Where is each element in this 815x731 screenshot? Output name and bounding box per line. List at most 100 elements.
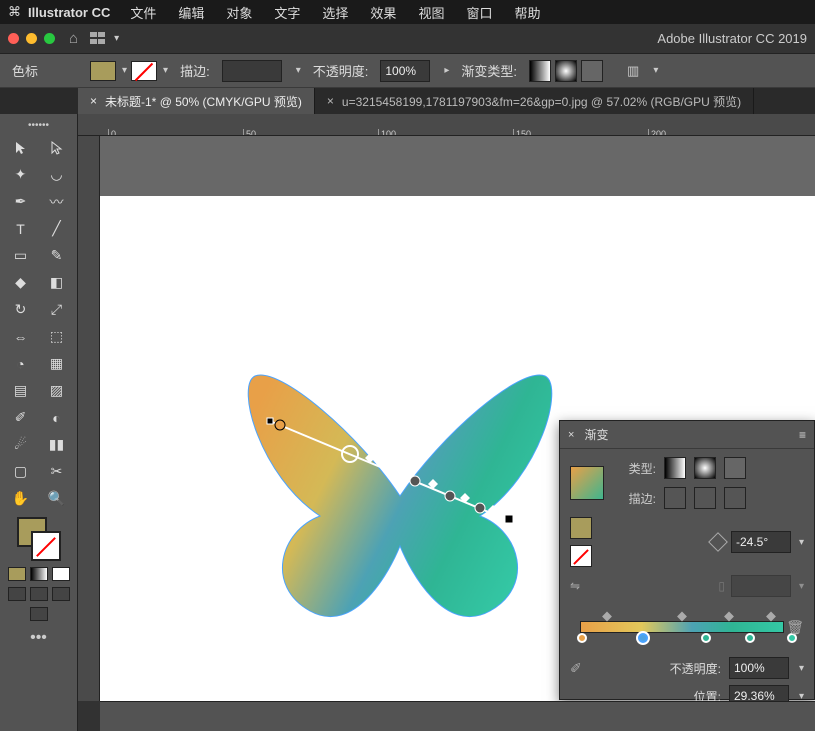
stroke-gradient-within-icon[interactable] <box>664 487 686 509</box>
rotate-tool[interactable]: ↻ <box>4 297 38 322</box>
gradient-midpoint[interactable] <box>677 612 687 622</box>
draw-behind-icon[interactable] <box>30 587 48 601</box>
minimize-window-icon[interactable] <box>26 33 37 44</box>
draw-normal-icon[interactable] <box>8 587 26 601</box>
chevron-down-icon[interactable]: ▾ <box>296 65 301 76</box>
freeform-gradient-button[interactable] <box>724 457 746 479</box>
vertical-ruler[interactable] <box>78 136 100 701</box>
panel-menu-icon[interactable]: ≡ <box>799 428 806 442</box>
shape-builder-tool[interactable]: ◔ <box>4 351 38 376</box>
stroke-weight-input[interactable] <box>222 60 282 82</box>
gradient-stop-selected[interactable] <box>638 633 648 643</box>
reverse-gradient-icon[interactable]: ⇋ <box>570 579 580 593</box>
app-name[interactable]: Illustrator CC <box>28 5 110 20</box>
symbol-sprayer-tool[interactable]: ☄ <box>4 432 38 457</box>
line-tool[interactable]: ╱ <box>40 216 74 241</box>
chevron-down-icon[interactable]: ▸ <box>444 65 449 76</box>
fill-stroke-control[interactable] <box>17 517 61 561</box>
color-mode-icon[interactable] <box>8 567 26 581</box>
gradient-midpoint[interactable] <box>766 612 776 622</box>
menu-object[interactable]: 对象 <box>218 1 260 24</box>
close-panel-icon[interactable]: × <box>568 429 574 441</box>
free-transform-tool[interactable]: ⬚ <box>40 324 74 349</box>
linear-gradient-button[interactable] <box>664 457 686 479</box>
stroke-swatch[interactable] <box>131 61 157 81</box>
radial-gradient-button[interactable] <box>694 457 716 479</box>
linear-gradient-button[interactable] <box>529 60 551 82</box>
gradient-midpoint[interactable] <box>724 612 734 622</box>
radial-gradient-button[interactable] <box>555 60 577 82</box>
scale-tool[interactable]: ⤢ <box>40 297 74 322</box>
home-icon[interactable]: ⌂ <box>69 30 78 47</box>
horizontal-ruler[interactable]: 0 50 100 150 200 <box>78 114 815 136</box>
workspace-layout-icon[interactable] <box>90 32 108 46</box>
stroke-gradient-across-icon[interactable] <box>724 487 746 509</box>
gradient-stop[interactable] <box>701 633 711 643</box>
gradient-stop[interactable] <box>577 633 587 643</box>
chevron-down-icon[interactable]: ▾ <box>799 663 804 674</box>
width-tool[interactable]: ⇔ <box>4 324 38 349</box>
chevron-down-icon[interactable]: ▾ <box>799 691 804 702</box>
eyedropper-icon[interactable]: ✐ <box>570 660 582 677</box>
gradient-midpoint[interactable] <box>602 612 612 622</box>
menu-file[interactable]: 文件 <box>122 1 164 24</box>
close-tab-icon[interactable]: × <box>90 94 97 108</box>
opacity-input[interactable] <box>380 60 430 82</box>
menu-view[interactable]: 视图 <box>410 1 452 24</box>
active-stroke-swatch[interactable] <box>570 545 592 567</box>
magic-wand-tool[interactable]: ✦ <box>4 162 38 187</box>
paintbrush-tool[interactable]: ✎ <box>40 243 74 268</box>
mesh-tool[interactable]: ▤ <box>4 378 38 403</box>
gradient-preview-swatch[interactable] <box>570 466 604 500</box>
lasso-tool[interactable]: ◡ <box>40 162 74 187</box>
fill-swatch[interactable] <box>90 61 116 81</box>
gradient-panel[interactable]: × 渐变 ≡ 类型: 描边: <box>559 420 815 700</box>
chevron-down-icon[interactable]: ▾ <box>653 65 658 76</box>
screen-mode-icon[interactable] <box>30 607 48 621</box>
stop-opacity-input[interactable]: 100% <box>729 657 789 679</box>
panel-titlebar[interactable]: × 渐变 ≡ <box>560 421 814 449</box>
chevron-down-icon[interactable]: ▾ <box>114 33 119 44</box>
delete-stop-icon[interactable]: 🗑 <box>786 619 804 636</box>
eraser-tool[interactable]: ◧ <box>40 270 74 295</box>
zoom-tool[interactable]: 🔍 <box>40 486 74 511</box>
apple-icon[interactable]: ⌘ <box>8 4 22 20</box>
blend-tool[interactable]: ◐ <box>40 405 74 430</box>
toolbox-grip[interactable]: •••••• <box>28 120 49 131</box>
menu-edit[interactable]: 编辑 <box>170 1 212 24</box>
curvature-tool[interactable]: 〰 <box>40 189 74 214</box>
menu-window[interactable]: 窗口 <box>458 1 500 24</box>
edit-toolbar-icon[interactable]: ••• <box>30 629 47 647</box>
menu-help[interactable]: 帮助 <box>506 1 548 24</box>
freeform-gradient-button[interactable] <box>581 60 603 82</box>
artboard-tool[interactable]: ▢ <box>4 459 38 484</box>
stroke-color-icon[interactable] <box>31 531 61 561</box>
menu-effect[interactable]: 效果 <box>362 1 404 24</box>
gradient-track[interactable] <box>580 621 784 633</box>
chevron-down-icon[interactable]: ▾ <box>163 65 168 76</box>
selection-tool[interactable] <box>4 135 38 160</box>
menu-select[interactable]: 选择 <box>314 1 356 24</box>
stroke-gradient-along-icon[interactable] <box>694 487 716 509</box>
eyedropper-tool[interactable]: ✐ <box>4 405 38 430</box>
draw-inside-icon[interactable] <box>52 587 70 601</box>
column-graph-tool[interactable]: ▮▮ <box>40 432 74 457</box>
gradient-stop[interactable] <box>745 633 755 643</box>
gradient-slider[interactable]: 🗑 <box>570 611 804 645</box>
document-tab[interactable]: × u=3215458199,1781197903&fm=26&gp=0.jpg… <box>315 88 754 114</box>
gradient-mode-icon[interactable] <box>30 567 48 581</box>
slice-tool[interactable]: ✂ <box>40 459 74 484</box>
document-tab[interactable]: × 未标题-1* @ 50% (CMYK/GPU 预览) <box>78 88 315 114</box>
menu-type[interactable]: 文字 <box>266 1 308 24</box>
perspective-tool[interactable]: ▦ <box>40 351 74 376</box>
rectangle-tool[interactable]: ▭ <box>4 243 38 268</box>
active-fill-swatch[interactable] <box>570 517 592 539</box>
none-mode-icon[interactable] <box>52 567 70 581</box>
gradient-tool[interactable]: ▨ <box>40 378 74 403</box>
hand-tool[interactable]: ✋ <box>4 486 38 511</box>
direct-selection-tool[interactable] <box>40 135 74 160</box>
close-tab-icon[interactable]: × <box>327 94 334 108</box>
gradient-edit-icon[interactable]: ▥ <box>627 63 639 79</box>
type-tool[interactable]: T <box>4 216 38 241</box>
chevron-down-icon[interactable]: ▾ <box>799 537 804 548</box>
